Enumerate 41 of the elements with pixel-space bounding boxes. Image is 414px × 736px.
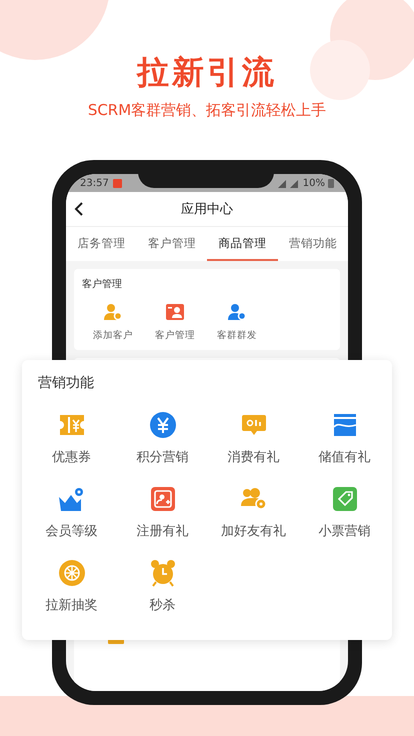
coupon-icon [60,415,84,435]
yen-coin-icon [150,412,176,438]
wallet-icon [332,413,356,437]
app-label[interactable]: 客群群发 [217,329,257,342]
feature-label[interactable]: 储值有礼 [318,448,370,466]
alarm-clock-icon [150,559,176,587]
headline: 拉新引流 [137,52,277,92]
page-title: 应用中心 [181,201,233,218]
feature-label[interactable]: 注册有礼 [136,522,188,540]
feature-label[interactable]: 小票营销 [318,522,370,540]
user-card-icon [166,303,184,321]
feature-label[interactable]: 消费有礼 [228,448,280,466]
app-label[interactable]: 客户管理 [155,329,195,342]
feature-label[interactable]: 会员等级 [46,522,98,540]
notification-icon [112,178,122,188]
gift-card-icon [242,413,266,437]
ticket-user-icon [150,487,174,511]
signal-icon [278,178,300,188]
user-group-icon [228,303,246,321]
subtitle: SCRM客群营销、拓客引流轻松上手 [88,100,326,120]
feature-label[interactable]: 秒杀 [150,596,176,614]
status-time: 23:57 [80,178,109,188]
battery-icon [328,178,334,188]
battery-level: 10% [302,178,325,188]
tab[interactable]: 商品管理 [207,227,278,261]
tab[interactable]: 营销功能 [278,227,348,261]
back-icon[interactable] [74,202,84,216]
card-title: 客户管理 [82,278,123,291]
tag-icon [332,487,356,511]
feature-label[interactable]: 优惠券 [52,448,91,466]
tab[interactable]: 店务管理 [66,227,136,261]
user-add-icon [104,303,122,321]
friends-icon [240,488,266,510]
crown-icon [58,487,84,511]
feature-label[interactable]: 拉新抽奖 [46,596,98,614]
wheel-icon [58,560,84,586]
feature-label[interactable]: 积分营销 [136,448,188,466]
panel-title: 营销功能 [38,374,95,392]
feature-label[interactable]: 加好友有礼 [221,522,286,540]
tab[interactable]: 客户管理 [136,227,207,261]
app-label[interactable]: 添加客户 [93,329,133,342]
